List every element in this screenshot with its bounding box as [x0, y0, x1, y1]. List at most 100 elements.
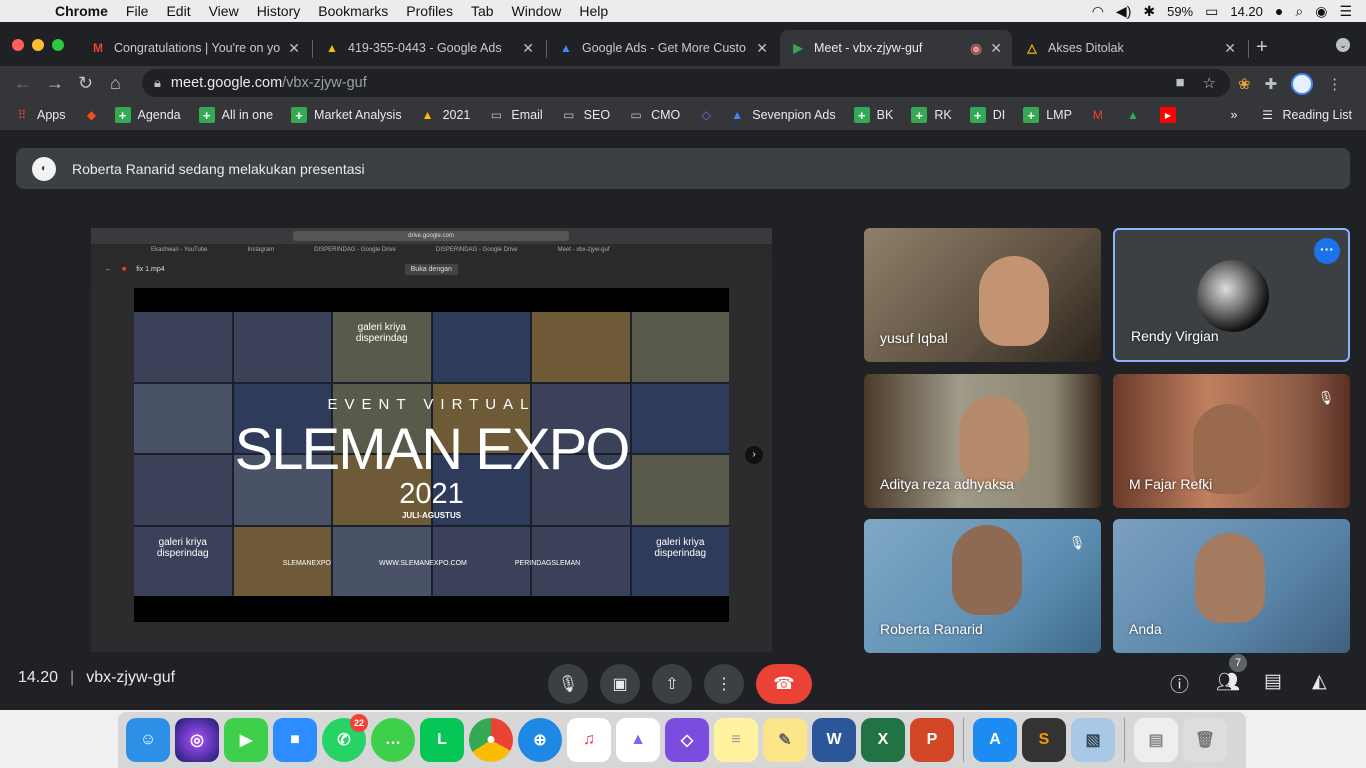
more-options-icon[interactable]: ··· — [1314, 238, 1340, 264]
user-icon[interactable]: ● — [1275, 3, 1283, 19]
participant-tile[interactable]: Aditya reza adhyaksa — [864, 374, 1101, 508]
linear-icon[interactable]: ◇ — [665, 718, 709, 762]
close-icon[interactable]: ✕ — [522, 40, 534, 57]
bookmark-2021[interactable]: ▲ 2021 — [420, 107, 471, 123]
finder-icon[interactable]: ☺ — [126, 718, 170, 762]
bookmark-drive[interactable]: ▲ — [1125, 107, 1148, 123]
facetime-icon[interactable]: ▶ — [224, 718, 268, 762]
zoom-icon[interactable]: ■ — [273, 718, 317, 762]
chrome-menu-icon[interactable]: ⋮ — [1327, 75, 1342, 93]
lock-icon[interactable]: 🔒︎ — [154, 75, 161, 91]
camera-toggle-button[interactable]: ▣ — [600, 664, 640, 704]
menu-view[interactable]: View — [200, 3, 248, 19]
participant-tile-self[interactable]: Anda — [1113, 519, 1350, 653]
minimize-window-button[interactable] — [32, 39, 44, 51]
new-tab-button[interactable]: + — [1256, 36, 1268, 59]
bookmark-all-in-one[interactable]: + All in one — [198, 107, 273, 123]
powerpoint-icon[interactable]: P — [910, 718, 954, 762]
messages-icon[interactable]: … — [371, 718, 415, 762]
bookmark-cmo[interactable]: ▭ CMO — [628, 107, 680, 123]
bookmark-email[interactable]: ▭ Email — [488, 107, 543, 123]
excel-icon[interactable]: X — [861, 718, 905, 762]
clickup-icon[interactable]: ▲ — [616, 718, 660, 762]
activities-button[interactable]: ◭ — [1312, 670, 1327, 693]
close-icon[interactable]: ✕ — [756, 40, 768, 57]
bookmark-sevenpion-ads[interactable]: ▲ Sevenpion Ads — [729, 107, 835, 123]
zoom-window-button[interactable] — [52, 39, 64, 51]
bookmark-di[interactable]: + DI — [969, 107, 1005, 123]
menu-window[interactable]: Window — [503, 3, 571, 19]
present-now-button[interactable]: ⇧ — [652, 664, 692, 704]
tab-search-button[interactable]: ⌄ — [1336, 38, 1350, 52]
address-bar[interactable]: 🔒︎ meet.google.com /vbx-zjyw-guf ■ ☆ — [142, 69, 1230, 97]
word-icon[interactable]: W — [812, 718, 856, 762]
bookmark-figma[interactable]: ◆ — [84, 107, 107, 123]
chat-button[interactable]: ▤ — [1264, 670, 1282, 693]
profile-avatar[interactable] — [1291, 73, 1314, 95]
menu-help[interactable]: Help — [570, 3, 617, 19]
wifi-icon[interactable]: ◠ — [1092, 3, 1104, 20]
bookmark-lmp[interactable]: + LMP — [1023, 107, 1072, 123]
close-icon[interactable]: ✕ — [288, 40, 300, 57]
battery-icon[interactable]: ▭ — [1205, 3, 1218, 20]
sublime-text-icon[interactable]: S — [1022, 718, 1066, 762]
participant-tile[interactable]: 🎙︎ M Fajar Refki — [1113, 374, 1350, 508]
bookmark-rk[interactable]: + RK — [911, 107, 952, 123]
menu-bookmarks[interactable]: Bookmarks — [309, 3, 397, 19]
more-bookmarks-icon[interactable]: » — [1231, 108, 1238, 122]
leave-call-button[interactable]: ☎︎ — [756, 664, 812, 704]
stickies-icon[interactable]: ✎ — [763, 718, 807, 762]
clock[interactable]: 14.20 — [1230, 4, 1263, 19]
bookmark-apps[interactable]: ⠿ Apps — [14, 107, 66, 123]
bookmark-star-icon[interactable]: ☆ — [1203, 74, 1216, 92]
music-icon[interactable]: ♫ — [567, 718, 611, 762]
reading-list-button[interactable]: ☰ Reading List — [1260, 107, 1352, 123]
back-button[interactable]: ← — [14, 73, 32, 94]
volume-icon[interactable]: ◀) — [1116, 3, 1131, 20]
reload-button[interactable]: ↻ — [78, 73, 93, 94]
menu-app-name[interactable]: Chrome — [46, 3, 117, 19]
menu-file[interactable]: File — [117, 3, 158, 19]
meeting-details-button[interactable]: ⓘ — [1170, 670, 1189, 697]
pdf-document-icon[interactable]: ▤ — [1134, 718, 1178, 762]
menu-history[interactable]: History — [248, 3, 310, 19]
preview-icon[interactable]: ▧ — [1071, 718, 1115, 762]
tab-akses-ditolak[interactable]: △ Akses Ditolak ✕ — [1014, 30, 1246, 66]
chrome-icon[interactable]: ● — [469, 718, 513, 762]
bookmark-agenda[interactable]: + Agenda — [114, 107, 181, 123]
home-button[interactable]: ⌂ — [110, 73, 121, 94]
participant-tile[interactable]: 🎙︎ Roberta Ranarid — [864, 519, 1101, 653]
line-icon[interactable]: L — [420, 718, 464, 762]
tab-google-ads-2[interactable]: ▲ Google Ads - Get More Custo ✕ — [548, 30, 778, 66]
app-store-icon[interactable]: A — [973, 718, 1017, 762]
bookmark-clickup[interactable]: ◇ — [698, 107, 721, 123]
bookmark-market-analysis[interactable]: + Market Analysis — [291, 107, 402, 123]
tab-meet[interactable]: ▶ Meet - vbx-zjyw-guf ◉ ✕ — [780, 30, 1012, 66]
close-icon[interactable]: ✕ — [1224, 40, 1236, 57]
extensions-puzzle-icon[interactable]: ✚ — [1265, 75, 1278, 93]
more-options-button[interactable]: ⋮ — [704, 664, 744, 704]
bookmark-bk[interactable]: + BK — [853, 107, 893, 123]
whatsapp-icon[interactable]: ✆ 22 — [322, 714, 368, 762]
forward-button[interactable]: → — [46, 73, 64, 94]
show-everyone-button[interactable]: 👥︎ — [1216, 670, 1240, 694]
notes-icon[interactable]: ≡ — [714, 718, 758, 762]
control-center-icon[interactable]: ☰ — [1339, 3, 1352, 20]
trash-icon[interactable]: 🗑︎ — [1183, 718, 1227, 762]
menu-edit[interactable]: Edit — [157, 3, 199, 19]
bluetooth-icon[interactable]: ✱ — [1143, 3, 1155, 20]
extension-icon[interactable]: ❀ — [1238, 75, 1251, 93]
safari-icon[interactable]: ⊕ — [518, 718, 562, 762]
siri-icon[interactable]: ◉ — [1315, 3, 1327, 20]
siri-icon[interactable]: ◎ — [175, 718, 219, 762]
close-icon[interactable]: ✕ — [990, 40, 1002, 57]
bookmark-gmail[interactable]: M — [1090, 107, 1113, 123]
bookmark-seo[interactable]: ▭ SEO — [561, 107, 610, 123]
participant-tile[interactable]: yusuf Iqbal — [864, 228, 1101, 362]
tab-google-ads-1[interactable]: ▲ 419-355-0443 - Google Ads ✕ — [314, 30, 544, 66]
bookmark-youtube[interactable]: ▶ — [1159, 107, 1183, 123]
spotlight-search-icon[interactable]: ⌕ — [1295, 3, 1303, 20]
menu-tab[interactable]: Tab — [462, 3, 503, 19]
camera-in-use-icon[interactable]: ■ — [1175, 74, 1184, 92]
tab-gmail[interactable]: M Congratulations | You're on yo ✕ — [80, 30, 310, 66]
